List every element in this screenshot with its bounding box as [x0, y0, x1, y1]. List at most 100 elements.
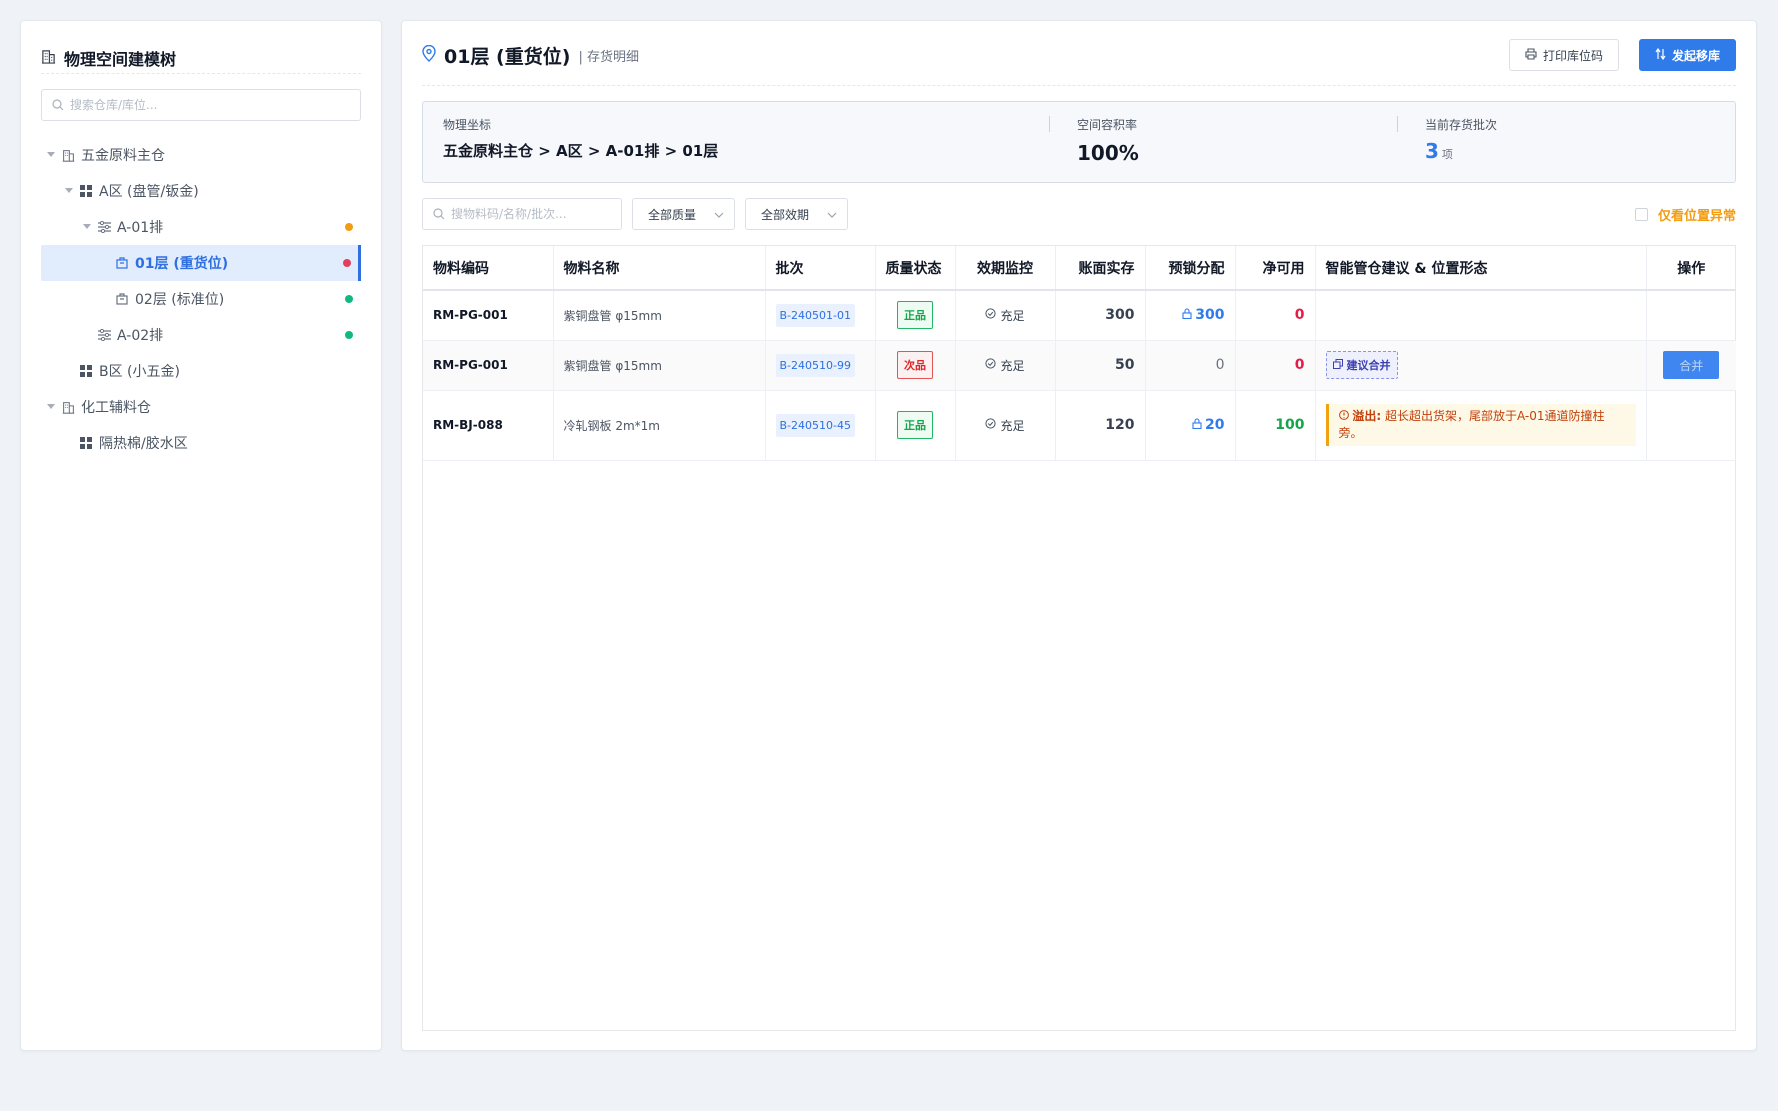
building-icon — [61, 400, 75, 414]
quality-badge: 正品 — [897, 301, 933, 330]
transfer-icon — [1655, 47, 1666, 63]
box-icon — [115, 292, 129, 306]
page-title: 01层 (重货位) — [444, 45, 571, 68]
caret-down-icon[interactable] — [45, 152, 57, 158]
cell-name: 冷轧钢板 2m*1m — [553, 390, 766, 461]
sliders-icon — [97, 328, 111, 342]
expiry-select-value: 全部效期 — [761, 207, 810, 222]
location-tree: 五金原料主仓 A区 (盘管/钣金) A-01排 01层 (重货位) 02层 (标… — [41, 137, 361, 461]
tree-node-wujin-warehouse[interactable]: 五金原料主仓 — [41, 137, 361, 173]
col-header-locked[interactable]: 预锁分配 — [1145, 246, 1236, 291]
cell-name: 紫铜盘管 φ15mm — [553, 340, 766, 391]
col-header-suggestion[interactable]: 智能管仓建议 & 位置形态 — [1315, 246, 1647, 291]
quality-select[interactable]: 全部质量 — [632, 198, 736, 230]
abnormal-only-checkbox[interactable] — [1634, 207, 1648, 221]
merge-suggestion-tag[interactable]: 建议合并 — [1325, 351, 1398, 379]
table-row[interactable]: RM-PG-001 紫铜盘管 φ15mm B-240510-99 次品 充足 5… — [423, 340, 1736, 391]
available-qty: 0 — [1294, 357, 1305, 373]
tree-node-label: B区 (小五金) — [99, 364, 180, 380]
col-header-available[interactable]: 净可用 — [1235, 246, 1316, 291]
summary-card: 物理坐标 五金原料主仓 > A区 > A-01排 > 01层 空间容积率 100… — [422, 101, 1736, 183]
coordinate-label: 物理坐标 — [443, 118, 492, 132]
locked-qty-value: 20 — [1205, 417, 1225, 433]
tree-search-input[interactable] — [70, 98, 350, 112]
table-row[interactable]: RM-PG-001 紫铜盘管 φ15mm B-240501-01 正品 充足 3… — [423, 290, 1736, 341]
tree-node-label: 隔热棉/胶水区 — [99, 436, 188, 452]
caret-down-icon[interactable] — [63, 188, 75, 194]
page-header: 01层 (重货位) | 存货明细 打印库位码 发起移库 — [422, 21, 1736, 86]
warning-label: 溢出: — [1352, 409, 1382, 423]
cell-name: 紫铜盘管 φ15mm — [553, 290, 766, 341]
material-search[interactable] — [422, 198, 622, 230]
status-dot — [343, 259, 351, 267]
tree-node-chem-warehouse[interactable]: 化工辅料仓 — [41, 389, 361, 425]
tree-node-level-02[interactable]: 02层 (标准位) — [41, 281, 361, 317]
expiry-status: 充足 — [985, 417, 1025, 434]
tree-node-zone-a[interactable]: A区 (盘管/钣金) — [41, 173, 361, 209]
col-header-batch[interactable]: 批次 — [765, 246, 876, 291]
cell-stock: 120 — [1055, 390, 1146, 461]
tree-node-row-a02[interactable]: A-02排 — [41, 317, 361, 353]
col-header-quality[interactable]: 质量状态 — [875, 246, 956, 291]
caret-down-icon[interactable] — [45, 404, 57, 410]
start-transfer-button[interactable]: 发起移库 — [1638, 39, 1736, 71]
batch-tag[interactable]: B-240510-45 — [775, 413, 855, 437]
quality-badge: 次品 — [897, 351, 933, 379]
grid-icon — [79, 364, 93, 378]
search-icon — [433, 205, 445, 224]
check-circle-icon — [985, 418, 997, 432]
batch-count-unit: 项 — [1441, 148, 1453, 161]
coordinate-value: 五金原料主仓 > A区 > A-01排 > 01层 — [443, 142, 719, 160]
expiry-text: 充足 — [1000, 418, 1025, 433]
sliders-icon — [97, 220, 111, 234]
locked-qty: 300 — [1182, 307, 1225, 324]
overflow-warning: 溢出: 超长超出货架，尾部放于A-01通道防撞柱旁。 — [1325, 404, 1636, 446]
col-header-expiry[interactable]: 效期监控 — [955, 246, 1056, 291]
table-row[interactable]: RM-BJ-088 冷轧钢板 2m*1m B-240510-45 正品 充足 1… — [423, 390, 1736, 461]
table-header-row: 物料编码 物料名称 批次 质量状态 效期监控 账面实存 预锁分配 净可用 智能管… — [423, 246, 1736, 291]
batch-tag[interactable]: B-240501-01 — [775, 303, 855, 327]
tree-node-insulation-zone[interactable]: 隔热棉/胶水区 — [41, 425, 361, 461]
tree-node-level-01[interactable]: 01层 (重货位) — [41, 245, 361, 281]
batch-count-value: 3 — [1425, 139, 1439, 163]
tree-node-label: 五金原料主仓 — [81, 148, 165, 164]
copy-icon — [1332, 358, 1343, 372]
tree-node-row-a01[interactable]: A-01排 — [41, 209, 361, 245]
material-search-input[interactable] — [451, 207, 611, 221]
tree-search[interactable] — [41, 89, 361, 121]
col-header-stock[interactable]: 账面实存 — [1055, 246, 1146, 291]
coordinate-block: 物理坐标 五金原料主仓 > A区 > A-01排 > 01层 — [443, 116, 1049, 182]
print-button-label: 打印库位码 — [1542, 48, 1603, 63]
capacity-label: 空间容积率 — [1077, 118, 1138, 132]
available-qty: 100 — [1275, 417, 1305, 433]
available-qty: 0 — [1294, 307, 1305, 324]
merge-button[interactable]: 合并 — [1663, 351, 1720, 379]
batch-tag[interactable]: B-240510-99 — [775, 353, 855, 377]
abnormal-only-label: 仅看位置异常 — [1657, 208, 1736, 224]
status-dot — [345, 295, 353, 303]
chevron-down-icon — [714, 207, 724, 221]
building-icon — [41, 49, 56, 68]
col-header-code[interactable]: 物料编码 — [423, 246, 554, 291]
filter-bar: 全部质量 全部效期 仅看位置异常 — [422, 197, 1736, 231]
cell-stock: 300 — [1055, 290, 1146, 341]
locked-qty-value: 300 — [1195, 307, 1225, 324]
expiry-select[interactable]: 全部效期 — [745, 198, 849, 230]
expiry-status: 充足 — [985, 307, 1025, 324]
capacity-value: 100% — [1077, 141, 1139, 165]
building-icon — [61, 148, 75, 162]
col-header-name[interactable]: 物料名称 — [553, 246, 766, 291]
abnormal-only-toggle[interactable]: 仅看位置异常 — [1634, 205, 1736, 224]
grid-icon — [79, 436, 93, 450]
print-location-code-button[interactable]: 打印库位码 — [1508, 39, 1619, 71]
tree-node-zone-b[interactable]: B区 (小五金) — [41, 353, 361, 389]
batch-count-label: 当前存货批次 — [1425, 118, 1498, 132]
main-panel: 01层 (重货位) | 存货明细 打印库位码 发起移库 物理坐标 五金原料主仓 … — [401, 20, 1757, 1051]
chevron-down-icon — [827, 207, 837, 221]
sidebar-header: 物理空间建模树 — [41, 21, 361, 74]
cell-action — [1646, 290, 1736, 341]
cell-code: RM-BJ-088 — [423, 390, 554, 461]
caret-down-icon[interactable] — [81, 224, 93, 230]
expiry-text: 充足 — [1000, 358, 1025, 373]
lock-icon — [1182, 307, 1192, 323]
